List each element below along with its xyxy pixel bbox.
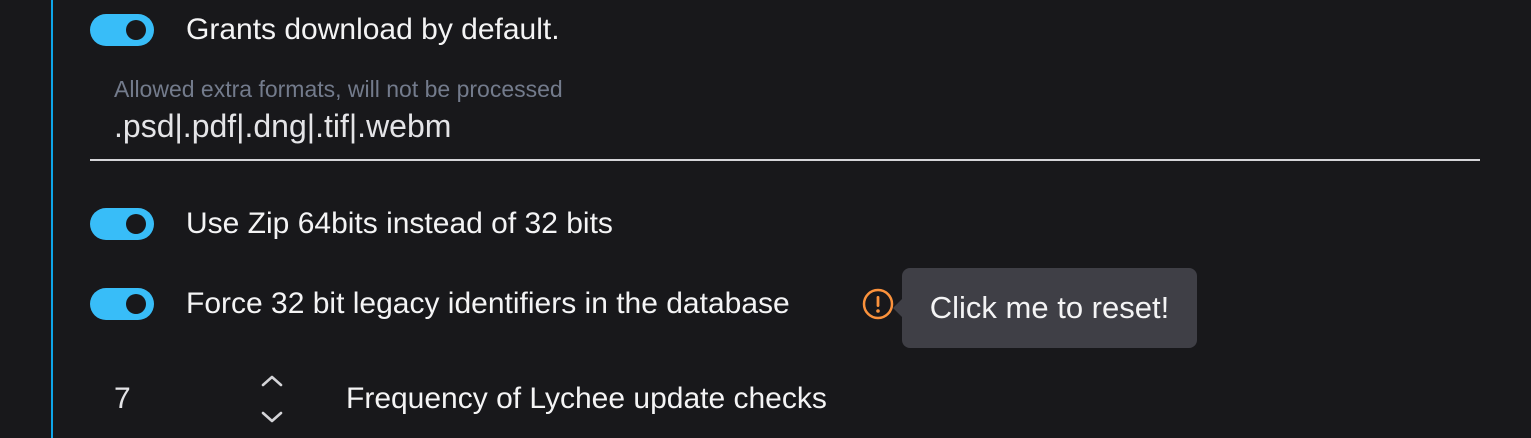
zip64-setting: Use Zip 64bits instead of 32 bits: [90, 206, 613, 242]
reset-tooltip: Click me to reset!: [893, 268, 1197, 348]
grants-download-setting: Grants download by default.: [90, 12, 560, 48]
toggle-knob: [126, 214, 146, 234]
exclamation-circle-icon[interactable]: [862, 288, 894, 320]
decrement-chevron-down-icon[interactable]: [258, 406, 286, 428]
toggle-knob: [126, 20, 146, 40]
grants-download-toggle[interactable]: [90, 14, 154, 46]
reset-tooltip-text: Click me to reset!: [929, 290, 1170, 325]
extra-formats-input[interactable]: .psd|.pdf|.dng|.tif|.webm: [114, 108, 451, 145]
zip64-toggle[interactable]: [90, 208, 154, 240]
section-left-border: [51, 0, 53, 438]
legacy-ids-label: Force 32 bit legacy identifiers in the d…: [186, 287, 790, 320]
legacy-ids-toggle[interactable]: [90, 288, 154, 320]
zip64-label: Use Zip 64bits instead of 32 bits: [186, 207, 613, 240]
extra-formats-field[interactable]: Allowed extra formats, will not be proce…: [90, 70, 1480, 161]
legacy-ids-setting: Force 32 bit legacy identifiers in the d…: [90, 286, 790, 322]
grants-download-label: Grants download by default.: [186, 13, 560, 46]
update-frequency-input[interactable]: 7: [114, 382, 131, 416]
toggle-knob: [126, 294, 146, 314]
increment-chevron-up-icon[interactable]: [258, 370, 286, 392]
extra-formats-label: Allowed extra formats, will not be proce…: [114, 76, 563, 102]
update-frequency-label: Frequency of Lychee update checks: [346, 382, 827, 415]
